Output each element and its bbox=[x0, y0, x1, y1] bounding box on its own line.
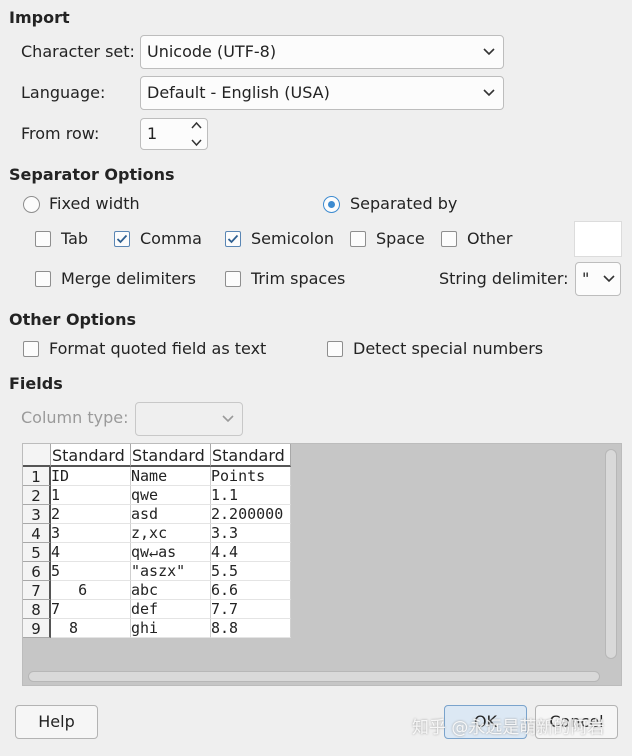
semicolon-checkbox[interactable] bbox=[225, 231, 241, 247]
preview-cell: 1.1 bbox=[211, 486, 291, 505]
detect-special-label[interactable]: Detect special numbers bbox=[353, 339, 543, 358]
string-delimiter-label: String delimiter: bbox=[439, 269, 569, 288]
spin-down-icon[interactable] bbox=[190, 139, 202, 147]
checkmark-icon bbox=[227, 234, 239, 244]
string-delimiter-value: " bbox=[582, 269, 590, 288]
help-button[interactable]: Help bbox=[15, 705, 98, 739]
semicolon-label[interactable]: Semicolon bbox=[251, 229, 334, 248]
preview-row-number: 4 bbox=[23, 524, 51, 543]
merge-delimiters-checkbox[interactable] bbox=[35, 271, 51, 287]
preview-cell: 5.5 bbox=[211, 562, 291, 581]
fromrow-spinbox[interactable]: 1 bbox=[140, 118, 208, 150]
tab-checkbox[interactable] bbox=[35, 231, 51, 247]
horizontal-scrollbar[interactable] bbox=[28, 671, 600, 682]
language-combo[interactable]: Default - English (USA) bbox=[140, 76, 504, 110]
preview-grid[interactable]: Standard Standard Standard 1 ID Name Points 2 1 q… bbox=[22, 443, 622, 686]
preview-cell: 3.3 bbox=[211, 524, 291, 543]
watermark: 知乎 @永远是萌新的阿岩 bbox=[412, 718, 605, 738]
preview-cell: 5 bbox=[51, 562, 131, 581]
preview-cell: asd bbox=[131, 505, 211, 524]
preview-cell: 4.4 bbox=[211, 543, 291, 562]
preview-cell: ghi bbox=[131, 619, 211, 638]
space-checkbox[interactable] bbox=[350, 231, 366, 247]
preview-cell: z,xc bbox=[131, 524, 211, 543]
preview-cell: 7 bbox=[51, 600, 131, 619]
vertical-scrollbar[interactable] bbox=[605, 449, 617, 659]
detect-special-checkbox[interactable] bbox=[327, 341, 343, 357]
preview-column-header[interactable]: Standard bbox=[211, 444, 291, 467]
chevron-down-icon bbox=[601, 263, 617, 295]
preview-row-number: 3 bbox=[23, 505, 51, 524]
preview-cell: 2 bbox=[51, 505, 131, 524]
merge-delimiters-label[interactable]: Merge delimiters bbox=[61, 269, 196, 288]
comma-label[interactable]: Comma bbox=[140, 229, 202, 248]
preview-cell: ID bbox=[51, 467, 131, 486]
column-type-label: Column type: bbox=[21, 408, 129, 427]
separated-by-radio[interactable] bbox=[323, 196, 340, 213]
trim-spaces-checkbox[interactable] bbox=[225, 271, 241, 287]
preview-cell: 8.8 bbox=[211, 619, 291, 638]
import-section-title: Import bbox=[9, 8, 70, 27]
column-type-combo[interactable] bbox=[135, 402, 243, 436]
fields-title: Fields bbox=[9, 374, 63, 393]
comma-checkbox[interactable] bbox=[114, 231, 130, 247]
checkmark-icon bbox=[116, 234, 128, 244]
preview-cell: 4 bbox=[51, 543, 131, 562]
chevron-down-icon bbox=[481, 36, 497, 68]
chevron-down-icon bbox=[220, 403, 236, 435]
preview-cell: abc bbox=[131, 581, 211, 600]
tab-label[interactable]: Tab bbox=[61, 229, 88, 248]
spin-up-icon[interactable] bbox=[190, 121, 202, 129]
trim-spaces-label[interactable]: Trim spaces bbox=[251, 269, 345, 288]
preview-cell: 1 bbox=[51, 486, 131, 505]
other-label[interactable]: Other bbox=[467, 229, 512, 248]
preview-cell: 8 bbox=[51, 619, 131, 638]
preview-row-number: 8 bbox=[23, 600, 51, 619]
preview-column-header[interactable]: Standard bbox=[51, 444, 131, 467]
help-button-label: Help bbox=[38, 712, 75, 731]
preview-cell: qwe bbox=[131, 486, 211, 505]
charset-label: Character set: bbox=[21, 42, 135, 61]
other-checkbox[interactable] bbox=[441, 231, 457, 247]
preview-row-number: 1 bbox=[23, 467, 51, 486]
preview-cell: 6.6 bbox=[211, 581, 291, 600]
format-quoted-label[interactable]: Format quoted field as text bbox=[49, 339, 266, 358]
preview-cell: 6 bbox=[51, 581, 131, 600]
separator-section-title: Separator Options bbox=[9, 165, 175, 184]
preview-cell: Points bbox=[211, 467, 291, 486]
preview-corner bbox=[23, 444, 51, 467]
string-delimiter-combo[interactable]: " bbox=[575, 262, 621, 296]
preview-cell: 3 bbox=[51, 524, 131, 543]
preview-row-number: 5 bbox=[23, 543, 51, 562]
preview-row-number: 9 bbox=[23, 619, 51, 638]
fromrow-value: 1 bbox=[147, 124, 158, 143]
preview-row-number: 2 bbox=[23, 486, 51, 505]
charset-combo[interactable]: Unicode (UTF-8) bbox=[140, 35, 504, 69]
fixed-width-label[interactable]: Fixed width bbox=[49, 194, 140, 213]
separated-by-label[interactable]: Separated by bbox=[350, 194, 457, 213]
language-value: Default - English (USA) bbox=[147, 83, 330, 102]
preview-column-header[interactable]: Standard bbox=[131, 444, 211, 467]
language-label: Language: bbox=[21, 83, 106, 102]
chevron-down-icon bbox=[481, 77, 497, 109]
space-label[interactable]: Space bbox=[376, 229, 425, 248]
format-quoted-checkbox[interactable] bbox=[23, 341, 39, 357]
preview-cell: qw↵as bbox=[131, 543, 211, 562]
other-input[interactable] bbox=[574, 221, 622, 257]
other-options-title: Other Options bbox=[9, 310, 137, 329]
preview-cell: Name bbox=[131, 467, 211, 486]
preview-row-number: 7 bbox=[23, 581, 51, 600]
fromrow-label: From row: bbox=[21, 124, 100, 143]
preview-cell: 2.200000 bbox=[211, 505, 291, 524]
preview-cell: 7.7 bbox=[211, 600, 291, 619]
preview-row-number: 6 bbox=[23, 562, 51, 581]
preview-cell: def bbox=[131, 600, 211, 619]
fixed-width-radio[interactable] bbox=[23, 196, 40, 213]
preview-cell: "aszx" bbox=[131, 562, 211, 581]
charset-value: Unicode (UTF-8) bbox=[147, 42, 277, 61]
